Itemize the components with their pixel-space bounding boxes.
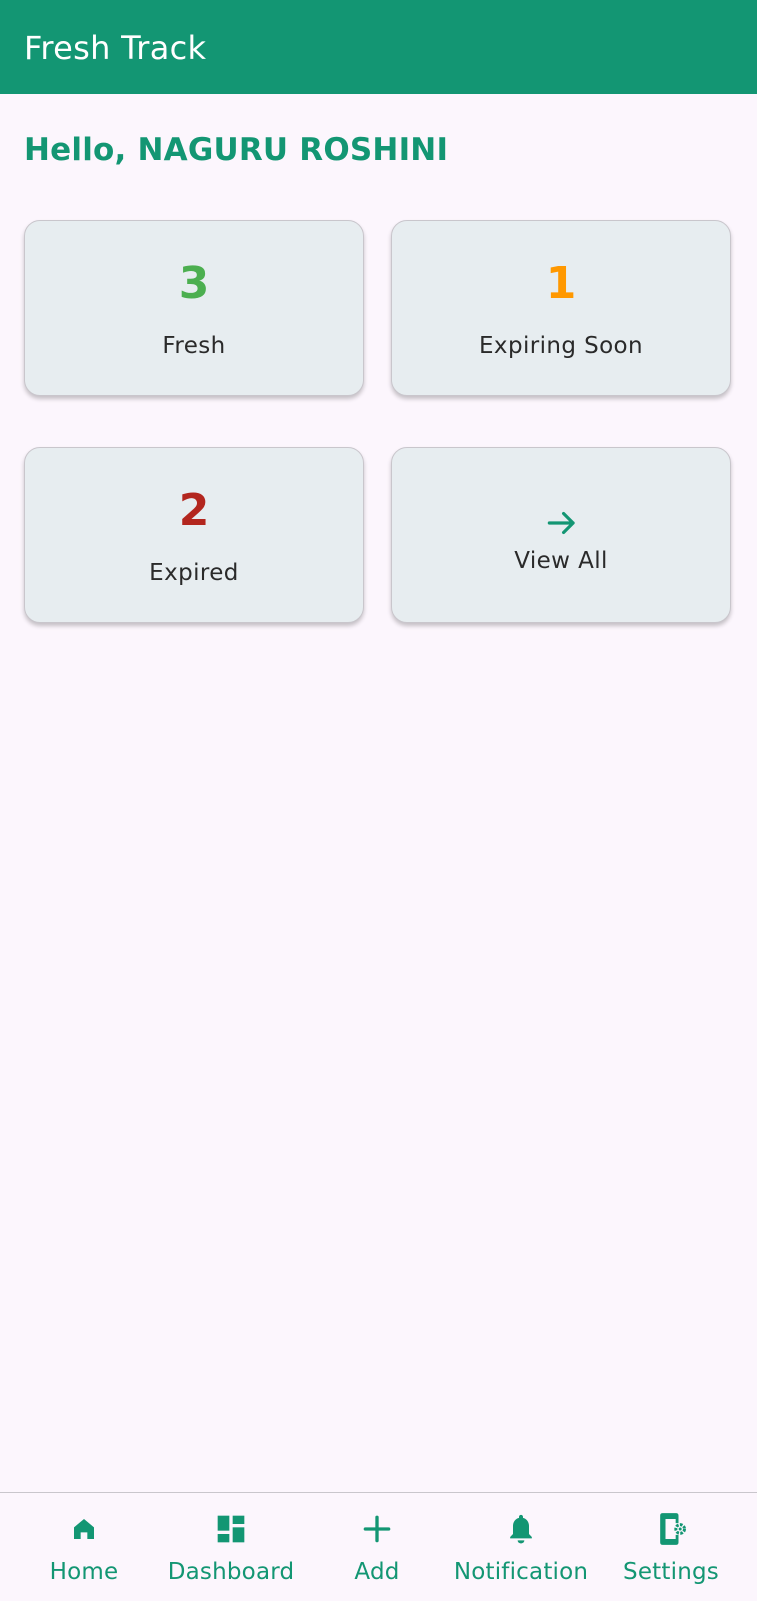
expired-label: Expired: [149, 560, 239, 586]
nav-label-add: Add: [354, 1559, 400, 1585]
expired-count: 2: [178, 485, 210, 536]
view-all-card[interactable]: View All: [391, 447, 731, 623]
fresh-count: 3: [178, 258, 210, 309]
nav-label-dashboard: Dashboard: [167, 1559, 295, 1585]
nav-item-add[interactable]: Add: [334, 1493, 420, 1601]
nav-label-notification: Notification: [453, 1559, 589, 1585]
greeting-text: Hello, NAGURU ROSHINI: [24, 132, 449, 168]
expired-card[interactable]: 2 Expired: [24, 447, 364, 623]
bell-icon: [510, 1514, 532, 1544]
nav-label-settings: Settings: [623, 1559, 719, 1585]
dashboard-icon: [217, 1515, 245, 1543]
fresh-label: Fresh: [162, 333, 226, 359]
app-title: Fresh Track: [24, 29, 207, 67]
expiring-soon-label: Expiring Soon: [479, 333, 643, 359]
expiring-soon-count: 1: [545, 258, 577, 309]
expiring-soon-card[interactable]: 1 Expiring Soon: [391, 220, 731, 396]
arrow-forward-icon: [547, 511, 575, 535]
app-bar: Fresh Track: [0, 0, 757, 94]
add-icon: [363, 1515, 391, 1543]
nav-item-home[interactable]: Home: [34, 1493, 134, 1601]
settings-phone-icon: [660, 1513, 686, 1545]
view-all-label: View All: [514, 548, 608, 574]
home-icon: [74, 1519, 94, 1539]
fresh-card[interactable]: 3 Fresh: [24, 220, 364, 396]
nav-item-notification[interactable]: Notification: [444, 1493, 598, 1601]
nav-item-dashboard[interactable]: Dashboard: [158, 1493, 304, 1601]
nav-item-settings[interactable]: Settings: [614, 1493, 728, 1601]
nav-label-home: Home: [49, 1559, 119, 1585]
bottom-navigation: Home Dashboard Add Notification Settings: [0, 1492, 757, 1600]
